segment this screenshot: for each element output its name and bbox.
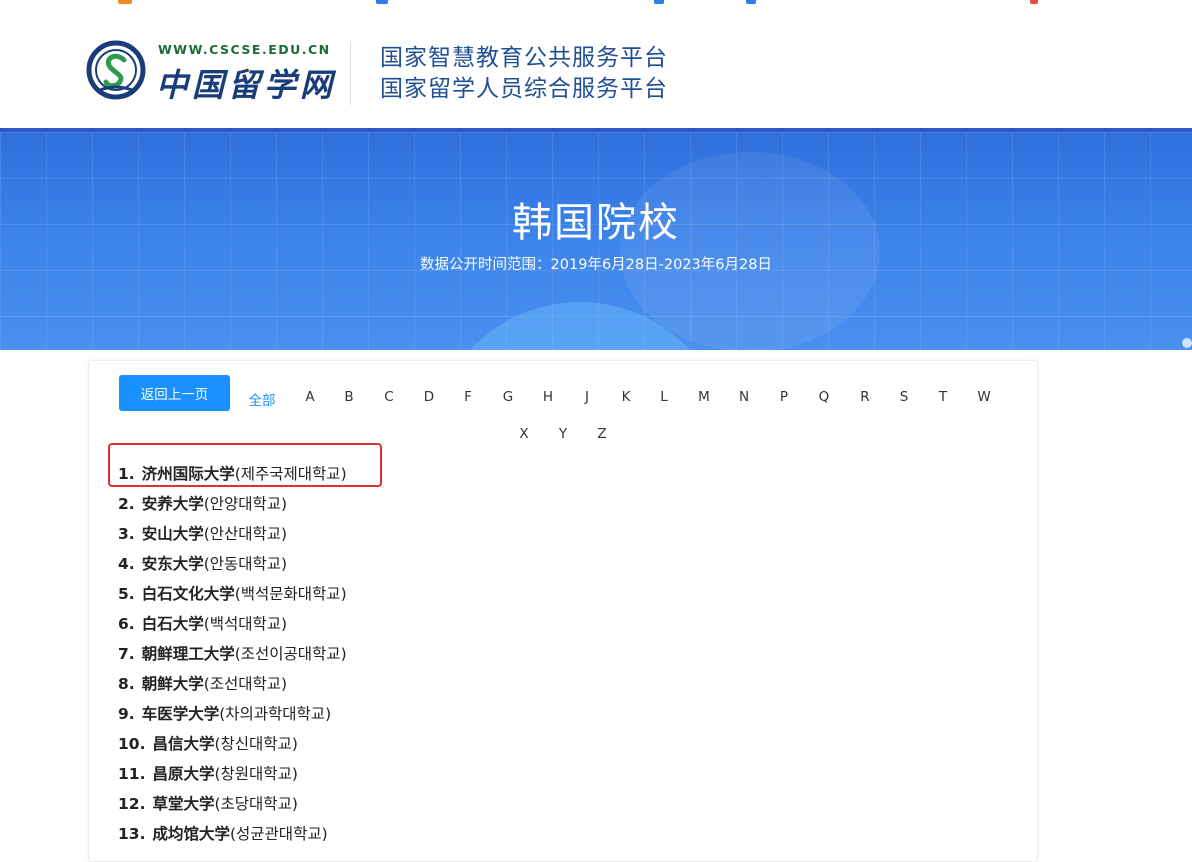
filter-letter-d[interactable]: D bbox=[417, 389, 441, 405]
data-time-range: 数据公开时间范围：2019年6月28日-2023年6月28日 bbox=[420, 257, 772, 273]
filter-letter-c[interactable]: C bbox=[377, 389, 401, 405]
filter-letter-t[interactable]: T bbox=[931, 389, 955, 405]
filter-letter-z[interactable]: Z bbox=[590, 426, 614, 442]
university-item[interactable]: 4. 安东大学(안동대학교) bbox=[118, 549, 347, 579]
university-name-cn: 昌信大学 bbox=[152, 735, 215, 753]
university-item[interactable]: 5. 白石文化大学(백석문화대학교) bbox=[118, 579, 347, 609]
university-item[interactable]: 13. 成均馆大学(성균관대학교) bbox=[118, 819, 347, 849]
university-name-cn: 成均馆大学 bbox=[152, 825, 230, 843]
university-name-kr: (안산대학교) bbox=[203, 525, 288, 543]
university-name-kr: (안양대학교) bbox=[203, 495, 288, 513]
university-name-kr: (성균관대학교) bbox=[229, 825, 328, 843]
logo-brand-text: 中国留学网 bbox=[156, 66, 337, 104]
university-name-kr: (조선이공대학교) bbox=[234, 645, 347, 663]
university-name-kr: (창원대학교) bbox=[214, 765, 298, 783]
university-item[interactable]: 8. 朝鲜大学(조선대학교) bbox=[118, 669, 347, 699]
university-item[interactable]: 9. 车医学大学(차의과학대학교) bbox=[118, 699, 347, 729]
banner-dot bbox=[1182, 338, 1192, 348]
university-number: 7. bbox=[118, 645, 135, 663]
university-number: 11. bbox=[118, 765, 146, 783]
filter-letter-b[interactable]: B bbox=[337, 389, 361, 405]
university-item[interactable]: 11. 昌原大学(창원대학교) bbox=[118, 759, 347, 789]
platform-name-2: 国家留学人员综合服务平台 bbox=[380, 76, 668, 102]
university-item[interactable]: 6. 白石大学(백석대학교) bbox=[118, 609, 347, 639]
banner-glow-secondary bbox=[620, 152, 880, 350]
university-item[interactable]: 10. 昌信大学(창신대학교) bbox=[118, 729, 347, 759]
university-item[interactable]: 2. 安养大学(안양대학교) bbox=[118, 489, 347, 519]
filter-letter-m[interactable]: M bbox=[692, 389, 716, 405]
university-number: 10. bbox=[118, 735, 146, 753]
filter-letter-r[interactable]: R bbox=[853, 389, 877, 405]
university-number: 12. bbox=[118, 795, 146, 813]
university-name-cn: 白石文化大学 bbox=[141, 585, 235, 603]
university-item[interactable]: 3. 安山大学(안산대학교) bbox=[118, 519, 347, 549]
university-number: 6. bbox=[118, 615, 135, 633]
filter-all[interactable]: 全部 bbox=[242, 389, 282, 409]
university-number: 13. bbox=[118, 825, 146, 843]
university-name-cn: 安东大学 bbox=[141, 555, 204, 573]
site-logo[interactable]: WWW.CSCSE.EDU.CN 中国留学网 bbox=[86, 40, 354, 110]
platform-name-1: 国家智慧教育公共服务平台 bbox=[380, 45, 668, 71]
platform-names: 国家智慧教育公共服务平台 国家留学人员综合服务平台 bbox=[380, 43, 668, 105]
filter-letter-w[interactable]: W bbox=[972, 389, 996, 405]
university-number: 3. bbox=[118, 525, 135, 543]
filter-letter-k[interactable]: K bbox=[614, 389, 638, 405]
university-name-kr: (안동대학교) bbox=[203, 555, 288, 573]
university-number: 9. bbox=[118, 705, 135, 723]
filter-letter-q[interactable]: Q bbox=[812, 389, 836, 405]
university-name-kr: (백석대학교) bbox=[203, 615, 288, 633]
cscse-logo-icon bbox=[86, 40, 146, 100]
university-number: 2. bbox=[118, 495, 135, 513]
filter-letter-p[interactable]: P bbox=[772, 389, 796, 405]
university-item[interactable]: 12. 草堂大学(초당대학교) bbox=[118, 789, 347, 819]
university-name-cn: 安山大学 bbox=[141, 525, 204, 543]
university-list-card: 返回上一页 全部 A B C D F G H J K L M N P Q R S… bbox=[88, 360, 1038, 862]
university-name-kr: (백석문화대학교) bbox=[234, 585, 347, 603]
university-name-kr: (차의과학대학교) bbox=[219, 705, 332, 723]
university-name-cn: 安养大学 bbox=[141, 495, 204, 513]
university-number: 5. bbox=[118, 585, 135, 603]
university-name-kr: (창신대학교) bbox=[214, 735, 298, 753]
university-name-cn: 车医学大学 bbox=[141, 705, 220, 723]
university-name-cn: 白石大学 bbox=[141, 615, 204, 633]
page-title: 韩国院校 bbox=[512, 200, 680, 246]
filter-letter-y[interactable]: Y bbox=[551, 426, 575, 442]
filter-letter-g[interactable]: G bbox=[496, 389, 520, 405]
page-banner: 韩国院校 数据公开时间范围：2019年6月28日-2023年6月28日 bbox=[0, 132, 1192, 350]
university-name-cn: 草堂大学 bbox=[152, 795, 215, 813]
filter-letter-j[interactable]: J bbox=[575, 389, 599, 405]
university-list: 1. 济州国际大学(제주국제대학교) 2. 安养大学(안양대학교) 3. 安山大学(안… bbox=[118, 459, 347, 849]
university-name-cn: 朝鲜大学 bbox=[141, 675, 204, 693]
filter-letter-x[interactable]: X bbox=[512, 426, 536, 442]
university-name-cn: 朝鲜理工大学 bbox=[141, 645, 235, 663]
filter-letter-h[interactable]: H bbox=[536, 389, 560, 405]
filter-letter-l[interactable]: L bbox=[652, 389, 676, 405]
header-divider bbox=[350, 41, 351, 105]
back-button[interactable]: 返回上一页 bbox=[119, 375, 230, 411]
university-number: 8. bbox=[118, 675, 135, 693]
site-header: WWW.CSCSE.EDU.CN 中国留学网 国家智慧教育公共服务平台 国家留学… bbox=[0, 10, 1192, 128]
filter-letter-a[interactable]: A bbox=[298, 389, 322, 405]
university-name-kr: (조선대학교) bbox=[203, 675, 288, 693]
filter-letter-s[interactable]: S bbox=[892, 389, 916, 405]
university-name-cn: 昌原大学 bbox=[152, 765, 215, 783]
filter-letter-f[interactable]: F bbox=[456, 389, 480, 405]
university-name-kr: (초당대학교) bbox=[214, 795, 298, 813]
browser-bookmark-strip bbox=[0, 0, 1192, 10]
university-number: 4. bbox=[118, 555, 135, 573]
highlight-annotation-box bbox=[108, 443, 382, 487]
filter-letter-n[interactable]: N bbox=[732, 389, 756, 405]
university-item[interactable]: 7. 朝鲜理工大学(조선이공대학교) bbox=[118, 639, 347, 669]
logo-url-text: WWW.CSCSE.EDU.CN bbox=[158, 42, 331, 57]
